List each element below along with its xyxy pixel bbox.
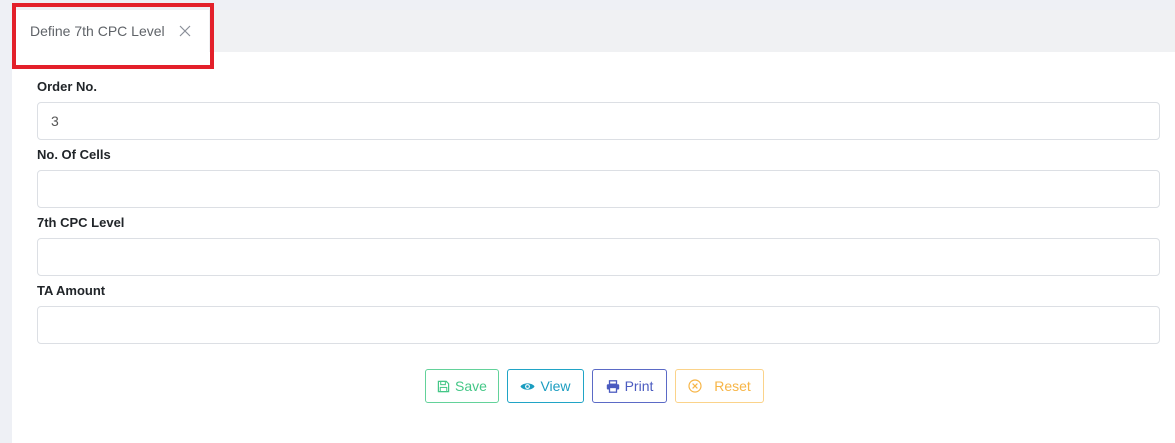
save-button[interactable]: Save	[425, 369, 499, 403]
left-gutter	[0, 0, 12, 443]
print-label: Print	[624, 378, 654, 394]
save-label: Save	[455, 378, 487, 394]
tab-define-7th-cpc-level[interactable]: Define 7th CPC Level	[12, 10, 209, 52]
printer-icon	[606, 379, 619, 393]
close-icon[interactable]	[177, 23, 193, 39]
order-no-input[interactable]	[37, 102, 1160, 140]
view-button[interactable]: View	[507, 369, 584, 403]
order-no-label: Order No.	[37, 79, 97, 94]
reset-label: Reset	[714, 378, 751, 394]
cpc-level-input[interactable]	[37, 238, 1160, 276]
reset-button[interactable]: Reset	[675, 369, 764, 403]
top-gutter	[12, 0, 1175, 10]
eye-icon	[520, 382, 535, 390]
ta-amount-input[interactable]	[37, 306, 1160, 344]
ta-amount-label: TA Amount	[37, 283, 106, 298]
print-button[interactable]: Print	[592, 369, 667, 403]
circle-x-icon	[688, 379, 702, 393]
floppy-disk-icon	[437, 380, 450, 392]
no-of-cells-input[interactable]	[37, 170, 1160, 208]
cpc-level-label: 7th CPC Level	[37, 215, 125, 230]
form-panel: Order No. No. Of Cells 7th CPC Level TA …	[12, 52, 1175, 443]
tab-bar: Define 7th CPC Level	[12, 10, 1175, 52]
tab-label: Define 7th CPC Level	[30, 23, 165, 39]
view-label: View	[540, 378, 571, 394]
no-of-cells-label: No. Of Cells	[37, 147, 111, 162]
